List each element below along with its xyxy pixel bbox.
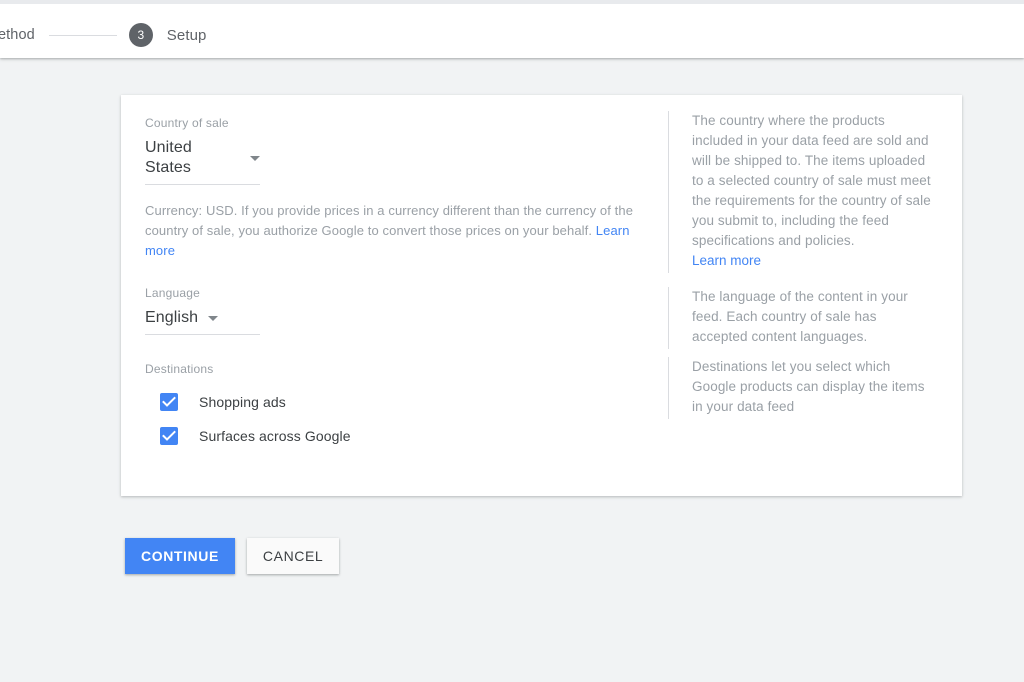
language-value: English <box>145 309 199 326</box>
currency-note: Currency: USD. If you provide prices in … <box>145 201 645 261</box>
form-actions: CONTINUE CANCEL <box>125 538 340 574</box>
help-language-text: The language of the content in your feed… <box>692 289 908 344</box>
cancel-button[interactable]: CANCEL <box>246 538 340 574</box>
destination-option-surfaces-across-google[interactable]: Surfaces across Google <box>160 427 351 445</box>
chevron-down-icon <box>250 155 260 161</box>
country-of-sale-select[interactable]: United States <box>145 133 260 185</box>
help-block-language: The language of the content in your feed… <box>668 287 936 349</box>
page-root: ethod 3 Setup Country of sale United Sta… <box>0 0 1024 682</box>
language-label: Language <box>145 286 200 300</box>
country-of-sale-value: United States <box>145 139 192 176</box>
help-block-destinations: Destinations let you select which Google… <box>668 357 936 419</box>
stepper-step-3-circle: 3 <box>128 23 153 47</box>
checkbox-checked-icon[interactable] <box>160 393 178 411</box>
stepper-connector-line <box>48 34 117 36</box>
help-column: The country where the products included … <box>668 95 962 496</box>
help-country-learn-more-link[interactable]: Learn more <box>692 253 761 268</box>
page-header: ethod 3 Setup <box>0 0 1024 58</box>
country-of-sale-label: Country of sale <box>145 116 229 130</box>
destination-option-label: Surfaces across Google <box>199 428 351 444</box>
checkbox-checked-icon[interactable] <box>160 427 178 445</box>
chevron-down-icon <box>208 315 219 321</box>
setup-card: Country of sale United States Currency: … <box>121 95 962 496</box>
help-country-text: The country where the products included … <box>692 113 931 248</box>
stepper-previous-step-label[interactable]: ethod <box>0 27 35 43</box>
destinations-label: Destinations <box>145 362 214 376</box>
setup-form: Country of sale United States Currency: … <box>121 95 668 496</box>
destination-option-shopping-ads[interactable]: Shopping ads <box>160 393 351 411</box>
setup-stepper: ethod 3 Setup <box>0 8 207 62</box>
destination-option-label: Shopping ads <box>199 394 286 410</box>
language-field: Language English <box>145 285 260 335</box>
language-select[interactable]: English <box>145 303 260 335</box>
help-block-country-of-sale: The country where the products included … <box>668 111 936 273</box>
destinations-field: Destinations Shopping ads Surfaces acros… <box>145 361 351 445</box>
currency-note-text: Currency: USD. If you provide prices in … <box>145 203 634 238</box>
help-destinations-text: Destinations let you select which Google… <box>692 359 925 414</box>
stepper-step-3-label: Setup <box>166 26 207 44</box>
continue-button[interactable]: CONTINUE <box>125 538 235 574</box>
country-of-sale-field: Country of sale United States Currency: … <box>145 115 668 261</box>
